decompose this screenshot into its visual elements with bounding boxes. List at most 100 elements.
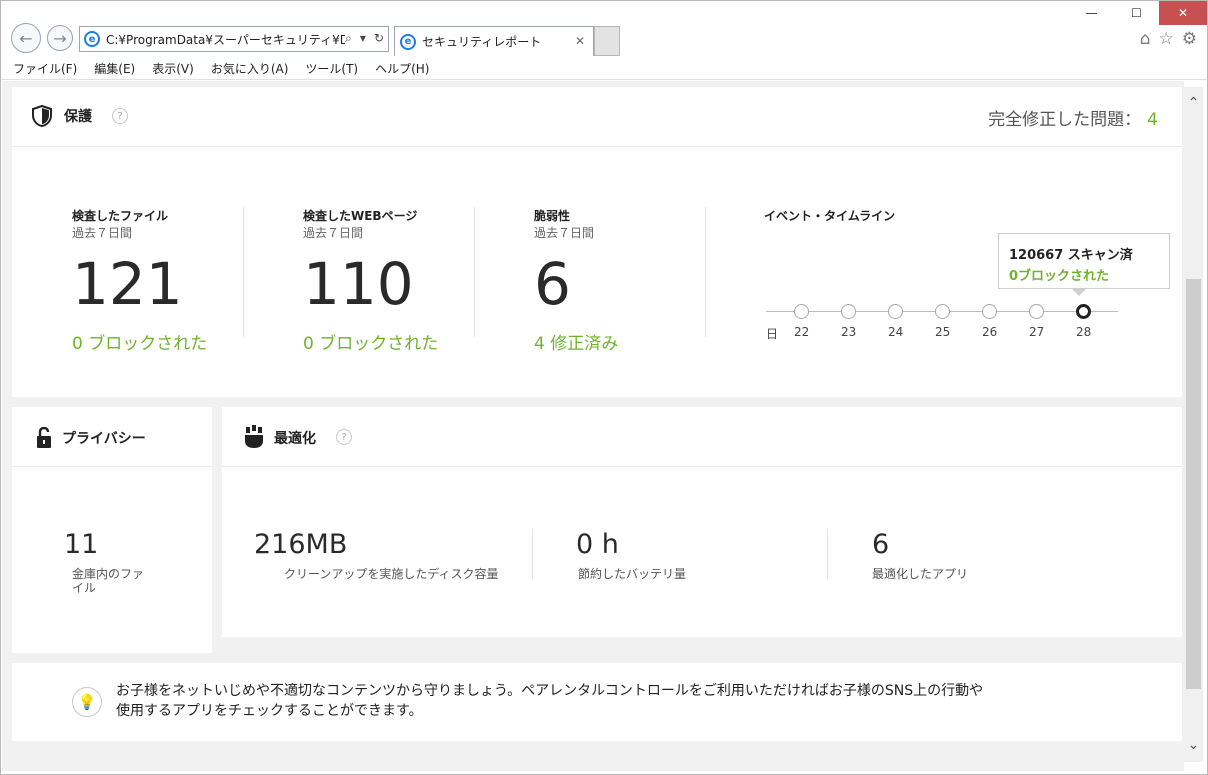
scroll-down-icon[interactable]: ⌄ bbox=[1184, 737, 1203, 755]
back-arrow-icon: ← bbox=[19, 28, 33, 48]
privacy-title: プライバシー bbox=[62, 431, 146, 447]
back-button[interactable]: ← bbox=[11, 23, 41, 53]
timeline-day: 28 bbox=[1076, 325, 1092, 339]
tooltip-pointer bbox=[1071, 288, 1087, 296]
disk-cleanup-value: 216MB bbox=[254, 529, 348, 560]
timeline-day: 23 bbox=[841, 325, 857, 339]
timeline-dot-22[interactable] bbox=[794, 304, 809, 319]
timeline-day: 25 bbox=[935, 325, 951, 339]
tooltip-blocked: 0ブロックされた bbox=[1009, 269, 1110, 284]
menu-help[interactable]: ヘルプ(H) bbox=[375, 60, 429, 77]
event-timeline-title: イベント・タイムライン bbox=[764, 209, 896, 223]
scroll-up-icon[interactable]: ⌃ bbox=[1184, 95, 1203, 113]
privacy-header: プライバシー bbox=[12, 407, 212, 467]
new-tab-button[interactable] bbox=[594, 26, 620, 56]
window-controls: — ☐ ✕ bbox=[1069, 1, 1207, 27]
stat-value: 121 bbox=[72, 250, 183, 318]
optimization-header: 最適化 ? bbox=[222, 407, 1182, 467]
search-icon[interactable]: ⌕ bbox=[345, 31, 352, 46]
stat-title: 検査したファイル bbox=[72, 209, 169, 223]
divider bbox=[532, 529, 533, 579]
tab-title: セキュリティレポート bbox=[422, 35, 542, 49]
optimization-help-icon[interactable]: ? bbox=[336, 429, 352, 445]
timeline-day: 27 bbox=[1029, 325, 1045, 339]
disk-cleanup-label: クリーンアップを実施したディスク容量 bbox=[284, 567, 499, 581]
stat-title: 検査したWEBページ bbox=[303, 209, 418, 223]
fully-fixed-label: 完全修正した問題： bbox=[988, 110, 1142, 130]
lightbulb-icon: 💡 bbox=[72, 687, 102, 717]
menu-view[interactable]: 表示(V) bbox=[152, 60, 194, 77]
address-text: C:¥ProgramData¥スーパーセキュリティ¥Desk bbox=[106, 32, 370, 47]
timeline-dot-27[interactable] bbox=[1029, 304, 1044, 319]
divider bbox=[243, 207, 244, 337]
protection-help-icon[interactable]: ? bbox=[112, 108, 128, 124]
shield-icon bbox=[32, 105, 52, 127]
stat-scanned-webpages: 検査したWEBページ 過去７日間 110 0 ブロックされた bbox=[303, 207, 438, 354]
forward-arrow-icon: → bbox=[53, 28, 67, 48]
browser-window: — ☐ ✕ ← → e C:¥ProgramData¥スーパーセキュリティ¥De… bbox=[0, 0, 1208, 775]
protection-card: 保護 ? 完全修正した問題： 4 検査したファイル 過去７日間 121 0 ブロッ… bbox=[12, 87, 1182, 397]
tip-text: お子様をネットいじめや不適切なコンテンツから守りましょう。ペアレンタルコントロー… bbox=[116, 681, 1126, 721]
report-content: 保護 ? 完全修正した問題： 4 検査したファイル 過去７日間 121 0 ブロッ… bbox=[2, 81, 1184, 771]
timeline-day-label: 日 bbox=[766, 327, 779, 341]
battery-saved-value: 0 h bbox=[576, 529, 619, 560]
tab-security-report[interactable]: e セキュリティレポート ✕ bbox=[394, 26, 594, 56]
stat-note: 0 ブロックされた bbox=[72, 334, 208, 354]
fully-fixed-issues: 完全修正した問題： 4 bbox=[988, 105, 1158, 130]
timeline-dot-24[interactable] bbox=[888, 304, 903, 319]
stat-subtitle: 過去７日間 bbox=[303, 226, 364, 240]
optimized-apps-value: 6 bbox=[872, 529, 890, 560]
stat-subtitle: 過去７日間 bbox=[72, 226, 133, 240]
timeline-dot-25[interactable] bbox=[935, 304, 950, 319]
tab-close-icon[interactable]: ✕ bbox=[575, 34, 585, 48]
maximize-button[interactable]: ☐ bbox=[1114, 1, 1159, 25]
divider bbox=[705, 207, 706, 337]
home-icon[interactable]: ⌂ bbox=[1140, 29, 1151, 49]
stat-note: 0 ブロックされた bbox=[303, 334, 439, 354]
menu-bar: ファイル(F) 編集(E) 表示(V) お気に入り(A) ツール(T) ヘルプ(… bbox=[1, 58, 1207, 80]
stat-subtitle: 過去７日間 bbox=[534, 226, 595, 240]
forward-button[interactable]: → bbox=[47, 25, 73, 51]
timeline-dot-26[interactable] bbox=[982, 304, 997, 319]
optimization-card: 最適化 ? 216MB クリーンアップを実施したディスク容量 0 h 節約したバ… bbox=[222, 407, 1182, 637]
ie-tab-icon: e bbox=[400, 33, 416, 50]
privacy-card: プライバシー 11 金庫内のファ イル bbox=[12, 407, 212, 653]
scroll-thumb[interactable] bbox=[1186, 279, 1201, 689]
minimize-button[interactable]: — bbox=[1069, 1, 1114, 25]
vertical-scrollbar[interactable]: ⌃ ⌄ bbox=[1184, 87, 1203, 762]
timeline-dot-23[interactable] bbox=[841, 304, 856, 319]
title-bar: — ☐ ✕ ← → e C:¥ProgramData¥スーパーセキュリティ¥De… bbox=[1, 1, 1207, 57]
divider bbox=[827, 529, 828, 579]
menu-favorites[interactable]: お気に入り(A) bbox=[211, 60, 289, 77]
tip-line1: お子様をネットいじめや不適切なコンテンツから守りましょう。ペアレンタルコントロー… bbox=[116, 683, 984, 699]
timeline-day: 22 bbox=[794, 325, 810, 339]
stat-note: 4 修正済み bbox=[534, 334, 619, 354]
tip-banner: 💡 お子様をネットいじめや不適切なコンテンツから守りましょう。ペアレンタルコント… bbox=[12, 663, 1182, 741]
optimization-title: 最適化 bbox=[274, 431, 316, 447]
timeline-dot-28[interactable] bbox=[1076, 304, 1091, 319]
stat-value: 110 bbox=[303, 250, 414, 318]
tip-line2: 使用するアプリをチェックすることができます。 bbox=[116, 703, 423, 719]
timeline-day: 26 bbox=[982, 325, 998, 339]
protection-title: 保護 bbox=[64, 109, 92, 125]
browser-tools: ⌂ ☆ ⚙ bbox=[1140, 29, 1197, 49]
broom-brush-icon bbox=[245, 425, 263, 448]
dropdown-icon[interactable]: ▾ bbox=[360, 31, 366, 46]
fully-fixed-value: 4 bbox=[1147, 110, 1158, 130]
stat-value: 6 bbox=[534, 250, 571, 318]
menu-edit[interactable]: 編集(E) bbox=[94, 60, 135, 77]
stat-title: 脆弱性 bbox=[534, 209, 571, 223]
tooltip-scanned: 120667 スキャン済 bbox=[1009, 248, 1133, 263]
favorites-star-icon[interactable]: ☆ bbox=[1159, 29, 1174, 49]
refresh-icon[interactable]: ↻ bbox=[374, 31, 384, 46]
vault-files-value: 11 bbox=[64, 529, 99, 560]
close-button[interactable]: ✕ bbox=[1159, 1, 1207, 25]
battery-saved-label: 節約したバッテリ量 bbox=[578, 567, 687, 581]
stat-vulnerabilities: 脆弱性 過去７日間 6 4 修正済み bbox=[534, 207, 618, 354]
address-bar[interactable]: e C:¥ProgramData¥スーパーセキュリティ¥Desk ⌕ ▾ ↻ bbox=[79, 26, 389, 52]
menu-file[interactable]: ファイル(F) bbox=[13, 60, 77, 77]
timeline-tooltip: 120667 スキャン済 0ブロックされた bbox=[998, 233, 1170, 296]
gear-icon[interactable]: ⚙ bbox=[1182, 29, 1197, 49]
ie-page-icon: e bbox=[84, 31, 100, 47]
menu-tools[interactable]: ツール(T) bbox=[305, 60, 358, 77]
